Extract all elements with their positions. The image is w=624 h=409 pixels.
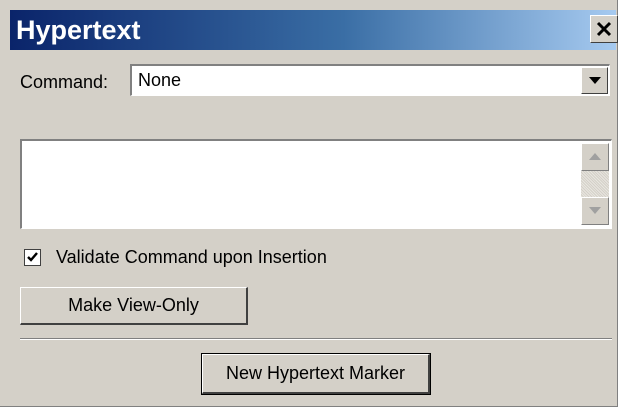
scroll-down-button[interactable] <box>581 197 609 225</box>
new-hypertext-marker-button[interactable]: New Hypertext Marker <box>201 353 431 395</box>
divider <box>20 338 612 340</box>
validate-label[interactable]: Validate Command upon Insertion <box>56 247 327 268</box>
validate-checkbox[interactable] <box>24 249 41 266</box>
vertical-scrollbar[interactable] <box>581 143 609 225</box>
chevron-down-icon <box>589 77 601 84</box>
close-icon <box>596 21 612 37</box>
command-value: None <box>138 70 182 90</box>
command-label: Command: <box>20 72 109 92</box>
make-view-only-button[interactable]: Make View-Only <box>20 287 248 325</box>
scroll-up-arrow-icon <box>589 153 601 160</box>
close-button[interactable] <box>590 15 618 43</box>
command-text-area[interactable] <box>20 139 612 229</box>
scroll-down-arrow-icon <box>589 207 601 214</box>
checkmark-icon <box>27 252 38 262</box>
scroll-up-button[interactable] <box>581 143 609 171</box>
window-title: Hypertext <box>16 15 141 45</box>
hypertext-dialog: Hypertext Command: None Validate Command… <box>0 0 618 407</box>
command-dropdown[interactable]: None <box>130 64 610 96</box>
title-bar[interactable]: Hypertext <box>10 10 618 50</box>
command-dropdown-button[interactable] <box>581 67 608 94</box>
